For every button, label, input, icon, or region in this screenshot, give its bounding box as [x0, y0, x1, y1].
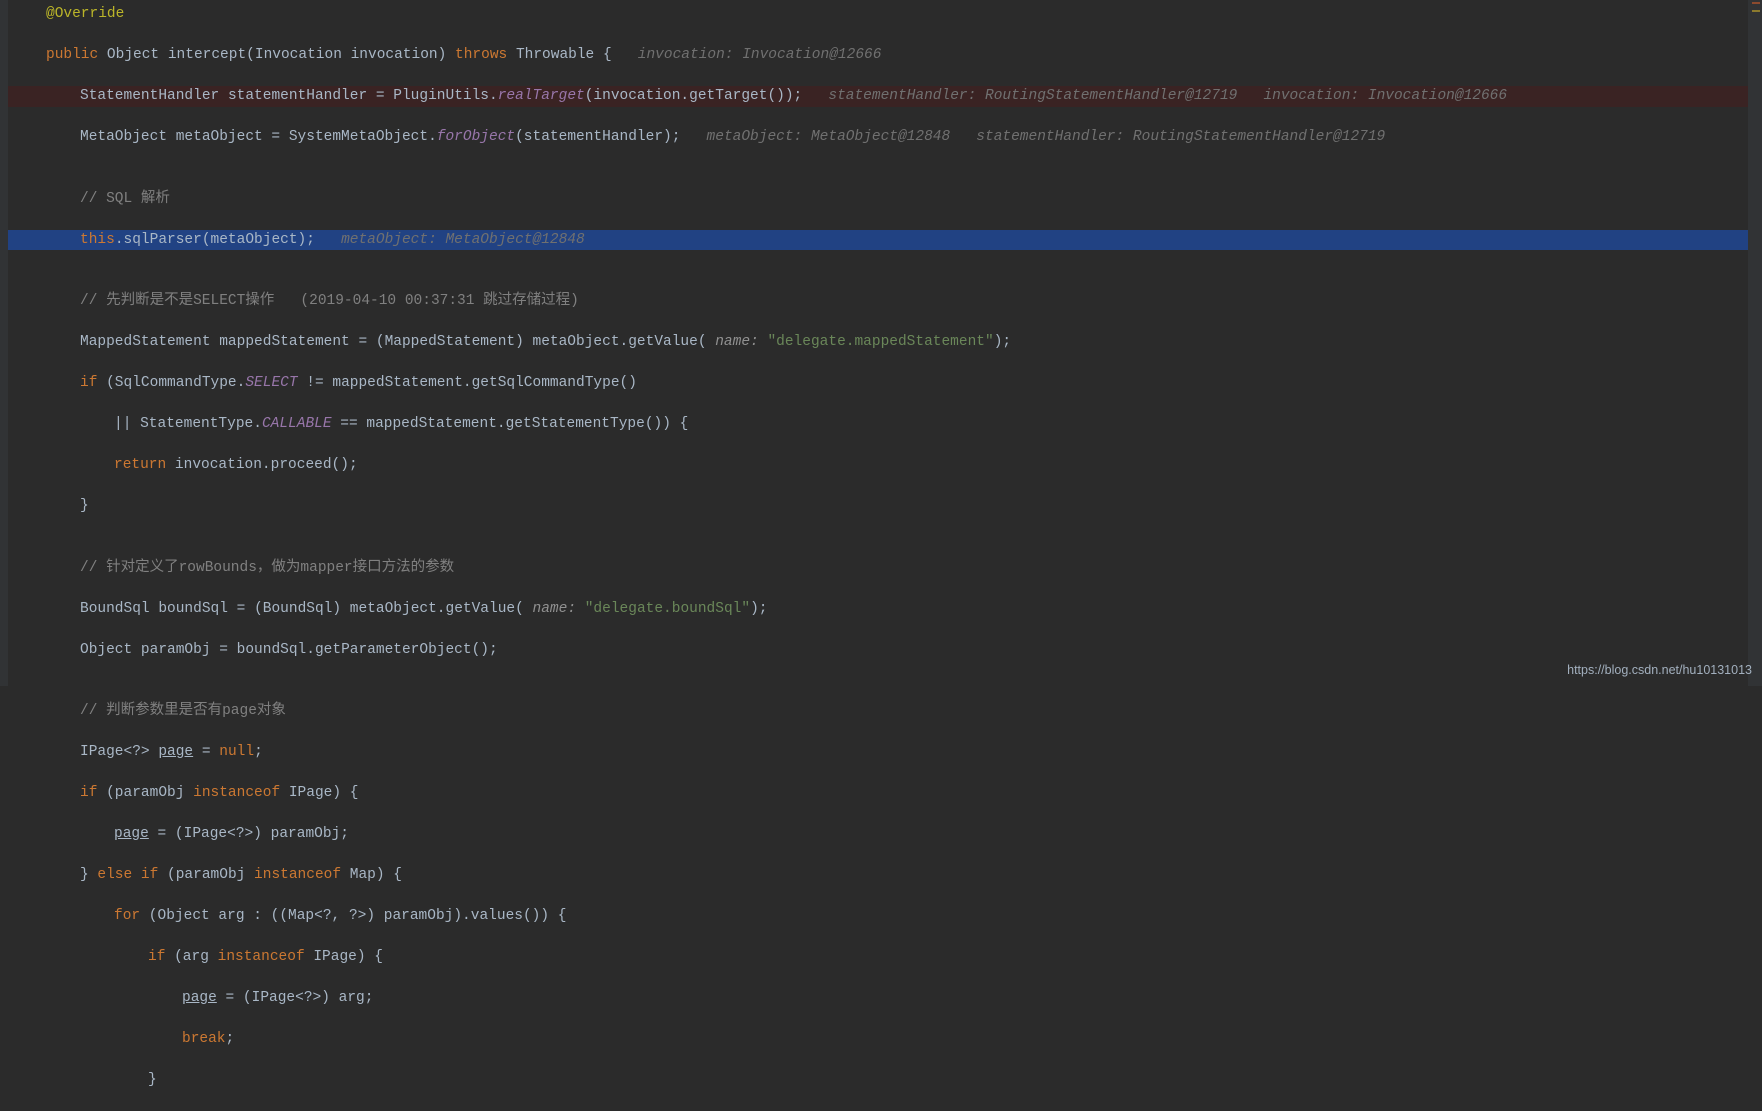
code-line[interactable]: // 针对定义了rowBounds，做为mapper接口方法的参数	[8, 558, 1748, 579]
param-hint: name:	[524, 601, 585, 617]
code-line[interactable]: }	[8, 1070, 1748, 1091]
code-line[interactable]: // 先判断是不是SELECT操作 (2019-04-10 00:37:31 跳…	[8, 291, 1748, 312]
code-line[interactable]: if (arg instanceof IPage) {	[8, 947, 1748, 968]
code-line-current[interactable]: this.sqlParser(metaObject); metaObject: …	[8, 230, 1748, 251]
code-line[interactable]: // SQL 解析	[8, 189, 1748, 210]
comment: // 判断参数里是否有page对象	[80, 703, 286, 719]
code-line[interactable]: public Object intercept(Invocation invoc…	[8, 45, 1748, 66]
string: "delegate.mappedStatement"	[767, 334, 993, 350]
code-line[interactable]: for (Object arg : ((Map<?, ?>) paramObj)…	[8, 906, 1748, 927]
minimap-marker	[1752, 10, 1760, 12]
code-line[interactable]: MetaObject metaObject = SystemMetaObject…	[8, 127, 1748, 148]
code-line[interactable]: break;	[8, 1029, 1748, 1050]
code-line[interactable]: if (SqlCommandType.SELECT != mappedState…	[8, 373, 1748, 394]
code-line[interactable]: IPage<?> page = null;	[8, 742, 1748, 763]
comment: // 针对定义了rowBounds，做为mapper接口方法的参数	[80, 560, 454, 576]
code-line[interactable]: Object paramObj = boundSql.getParameterO…	[8, 640, 1748, 661]
comment: // 先判断是不是SELECT操作 (2019-04-10 00:37:31 跳…	[80, 293, 579, 309]
annotation: @Override	[46, 6, 124, 22]
code-line[interactable]: BoundSql boundSql = (BoundSql) metaObjec…	[8, 599, 1748, 620]
code-line[interactable]: || StatementType.CALLABLE == mappedState…	[8, 414, 1748, 435]
code-line[interactable]: page = (IPage<?>) arg;	[8, 988, 1748, 1009]
inline-hint: metaObject: MetaObject@12848	[341, 232, 585, 248]
code-line[interactable]: @Override	[8, 4, 1748, 25]
code-editor[interactable]: @Override public Object intercept(Invoca…	[8, 0, 1748, 1111]
code-line[interactable]: // 判断参数里是否有page对象	[8, 701, 1748, 722]
inline-hint: statementHandler: RoutingStatementHandle…	[828, 88, 1507, 104]
param-hint: name:	[707, 334, 768, 350]
code-line[interactable]: } else if (paramObj instanceof Map) {	[8, 865, 1748, 886]
comment: // SQL 解析	[80, 191, 170, 207]
watermark: https://blog.csdn.net/hu10131013	[1567, 660, 1752, 681]
minimap-marker	[1752, 2, 1760, 4]
code-line[interactable]: if (paramObj instanceof IPage) {	[8, 783, 1748, 804]
editor-gutter	[0, 0, 8, 686]
string: "delegate.boundSql"	[585, 601, 750, 617]
inline-hint: metaObject: MetaObject@12848 statementHa…	[707, 129, 1386, 145]
code-line[interactable]: return invocation.proceed();	[8, 455, 1748, 476]
code-line[interactable]: }	[8, 496, 1748, 517]
code-line-breakpoint-hit[interactable]: StatementHandler statementHandler = Plug…	[8, 86, 1748, 107]
code-line[interactable]: MappedStatement mappedStatement = (Mappe…	[8, 332, 1748, 353]
inline-hint: invocation: Invocation@12666	[638, 47, 882, 63]
minimap-scrollbar[interactable]	[1748, 0, 1762, 686]
code-line[interactable]: page = (IPage<?>) paramObj;	[8, 824, 1748, 845]
